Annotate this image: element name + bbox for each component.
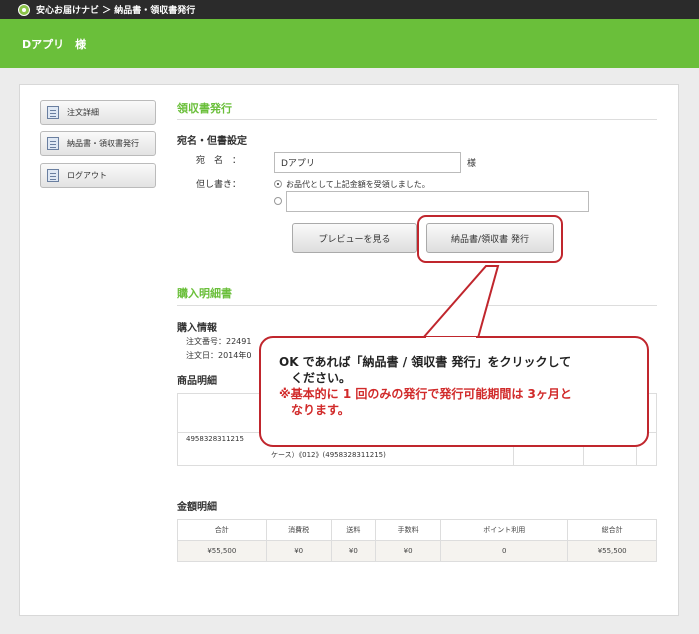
callout-note: なります。 [291, 403, 350, 417]
callout-note: ※基本的に 1 回のみの発行で発行可能期間は 3ヶ月と [279, 387, 572, 401]
callout-joint [426, 337, 476, 340]
callout-line: OK であれば「納品書 / 領収書 発行」をクリックして [279, 355, 572, 369]
instruction-callout: OK であれば「納品書 / 領収書 発行」をクリックして ください。 ※基本的に… [259, 336, 649, 447]
callout-pointer [420, 265, 500, 339]
callout-line: ください。 [291, 371, 352, 385]
callout-arrow [420, 265, 500, 339]
